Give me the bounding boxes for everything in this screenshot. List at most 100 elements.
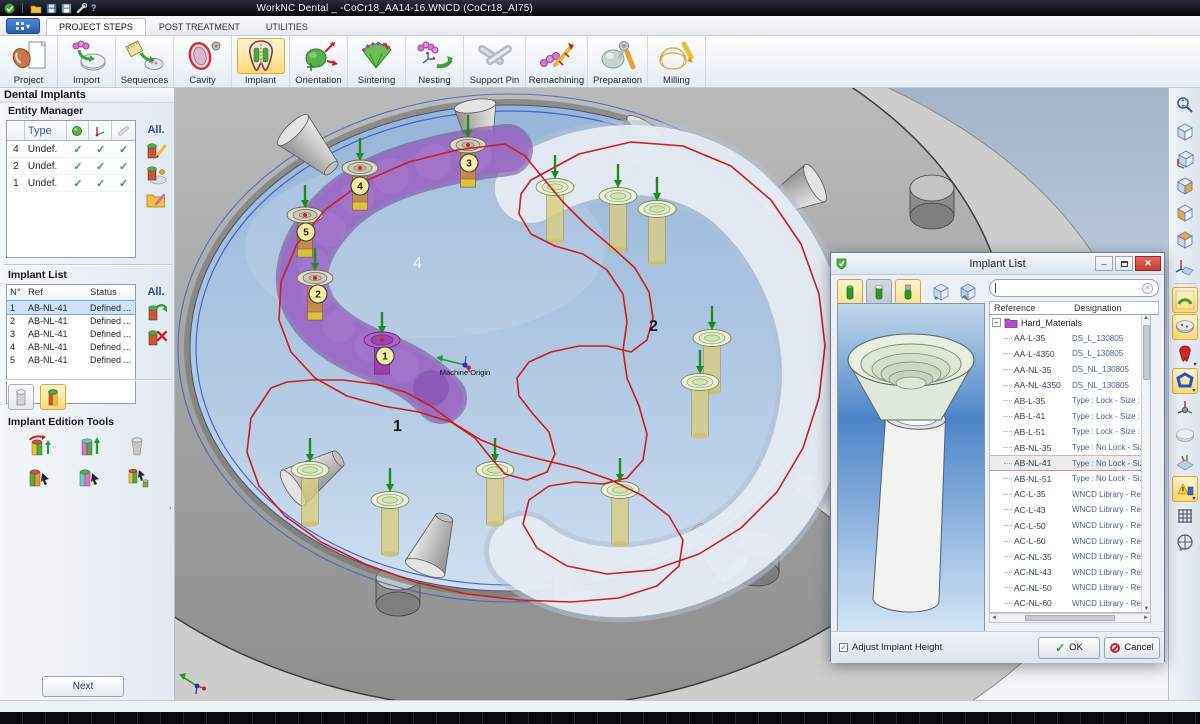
implant-type-capped-button[interactable] [866,279,892,305]
reference-row[interactable]: AB-NL-41 Type : No Lock - Size : 4.1 [990,455,1150,471]
ok-button[interactable]: ✓ OK [1038,637,1100,659]
save-icon[interactable] [46,3,57,14]
scrollbar-thumb[interactable] [1025,615,1115,621]
tools-icon[interactable] [76,3,87,14]
implant-marker-3[interactable]: 3 [460,154,478,172]
reference-row[interactable]: AA-L-35 DS_L_130805 [990,331,1150,347]
ribbon-milling-button[interactable]: Milling [648,36,706,87]
implant-on-disc-icon[interactable] [144,164,168,186]
iso-view-cube-button[interactable] [1172,119,1198,145]
entity-all-button[interactable]: All. [147,124,164,136]
reference-row[interactable]: AA-NL-35 DS_NL_130805 [990,362,1150,378]
front-view-cube-button[interactable] [1172,173,1198,199]
implant-row[interactable]: 3 AB-NL-41 Defined ... [7,327,135,340]
ribbon-implant-button[interactable]: Implant [232,36,290,87]
reference-row[interactable]: AC-NL-60 WNCD Library - Ref : AC - Typ [990,596,1150,612]
ribbon-project-button[interactable]: Project [0,36,58,87]
tab-utilities[interactable]: UTILITIES [253,18,321,35]
pick-implant-component-tool[interactable] [122,466,152,490]
status-column-header[interactable]: Status [87,287,133,298]
reference-column-header[interactable]: Reference [990,303,1074,313]
implant-3d-preview[interactable] [837,303,985,633]
entity-row[interactable]: 1 Undef. ✓ ✓ ✓ [7,175,135,192]
visibility-icon[interactable] [67,121,90,140]
ribbon-cavity-button[interactable]: Cavity [174,36,232,87]
implant-row[interactable]: 2 AB-NL-41 Defined ... [7,314,135,327]
ribbon-sintering-button[interactable]: Sintering [348,36,406,87]
clear-search-icon[interactable]: ✕ [1142,283,1153,294]
reference-row[interactable]: AA-L-4350 DS_L_130805 [990,346,1150,362]
axis-check-icon[interactable]: ✓ [89,177,112,190]
reference-row[interactable]: AA-NL-4350 DS_NL_130805 [990,377,1150,393]
open-folder-icon[interactable] [30,3,42,14]
reference-row[interactable]: AC-L-43 WNCD Library - Ref : AC - Typ [990,502,1150,518]
tab-project-steps[interactable]: PROJECT STEPS [46,18,146,35]
pick-implant-tool[interactable] [22,466,52,490]
implant-row[interactable]: 5 AB-NL-41 Defined ... [7,353,135,366]
raise-implant-tool[interactable] [72,434,102,458]
scroll-left-arrow[interactable]: ◄ [991,615,997,621]
show-fixture-button[interactable] [1172,449,1198,475]
ribbon-support-pin-button[interactable]: Support Pin [464,36,526,87]
reference-row[interactable]: AC-L-60 WNCD Library - Ref : AC - Typ [990,533,1150,549]
minimize-button[interactable]: – [1095,256,1113,271]
implant-marker-4[interactable]: 4 [351,177,369,195]
implant-marker-2[interactable]: 2 [309,285,327,303]
visible-check-icon[interactable]: ✓ [67,143,90,156]
ref-column-header[interactable]: Ref [25,287,87,298]
lock-check-icon[interactable]: ✓ [112,143,135,156]
scrollbar-thumb[interactable] [1143,325,1150,380]
axis-icon[interactable] [89,121,112,140]
show-machining-zone-button[interactable]: ▾ [1172,368,1198,394]
cancel-button[interactable]: Cancel [1104,637,1160,659]
axis-plane-view-button[interactable] [1172,254,1198,280]
implant-view-gray-toggle[interactable] [8,384,34,410]
add-implant-icon[interactable] [144,301,168,323]
reference-row[interactable]: AC-NL-43 WNCD Library - Ref : AC - Typ [990,565,1150,581]
number-column-header[interactable]: N° [7,287,25,298]
implant-marker-5[interactable]: 5 [297,223,315,241]
sidebar-collapse-arrow[interactable]: › [169,505,171,512]
side-view-cube-button[interactable] [1172,200,1198,226]
axis-view-cube-button[interactable] [1172,146,1198,172]
reference-row[interactable]: AB-L-35 Type : Lock - Size : 3.5 [990,393,1150,409]
reference-row[interactable]: AC-L-50 WNCD Library - Ref : AC - Typ [990,518,1150,534]
ribbon-remachining-button[interactable]: Remachining [526,36,588,87]
ribbon-orientation-button[interactable]: Orientation [290,36,348,87]
edit-implant-icon[interactable] [144,139,168,161]
adjust-height-checkbox[interactable]: ✓ [839,643,848,652]
reference-row[interactable]: AC-NL-35 WNCD Library - Ref : AC - Typ [990,549,1150,565]
lock-check-icon[interactable]: ✓ [112,160,135,173]
collision-check-button[interactable]: ▾ [1172,476,1198,502]
implant-view-color-toggle[interactable] [40,384,66,410]
implant-marker-1[interactable]: 1 [376,347,394,365]
reference-row[interactable]: AB-NL-35 Type : No Lock - Size : 3.5 [990,440,1150,456]
application-menu-button[interactable]: ▾ [6,18,40,34]
type-column-header[interactable]: Type [25,121,67,140]
implant-row[interactable]: 1 AB-NL-41 Defined ... [7,301,135,314]
view-mode-cube-icon[interactable] [930,281,952,303]
lock-check-icon[interactable]: ✓ [112,177,135,190]
grid-button[interactable] [1172,503,1198,529]
reference-row[interactable]: AB-L-41 Type : Lock - Size : 4.1 [990,409,1150,425]
pick-implant-axis-tool[interactable] [72,466,102,490]
show-blank-button[interactable] [1172,422,1198,448]
list-vertical-scrollbar[interactable]: ▲ ▼ [1141,315,1150,612]
maximize-button[interactable] [1115,256,1133,271]
implant-type-abutment-button[interactable] [895,279,921,305]
rotate-implant-tool[interactable] [22,434,52,458]
reference-row[interactable]: AB-NL-51 Type : No Lock - Size : 5.1 [990,471,1150,487]
implant-reference-list[interactable]: − Hard_Materials AA-L-35 DS_L_130805 AA-… [989,315,1151,613]
reference-row[interactable]: AC-NL-50 WNCD Library - Ref : AC - Typ [990,580,1150,596]
folder-edit-icon[interactable] [144,189,168,211]
section-cube-icon[interactable] [957,281,979,303]
origin-axes-button[interactable] [1172,395,1198,421]
scroll-down-arrow[interactable]: ▼ [1144,606,1150,612]
tab-post-treatment[interactable]: POST TREATMENT [146,18,253,35]
ribbon-import-button[interactable]: Import [58,36,116,87]
visible-check-icon[interactable]: ✓ [67,177,90,190]
zoom-pan-button[interactable] [1172,92,1198,118]
implant-row[interactable]: 4 AB-NL-41 Defined ... [7,340,135,353]
ribbon-sequences-button[interactable]: Sequences [116,36,174,87]
collapse-icon[interactable]: − [992,318,1001,327]
